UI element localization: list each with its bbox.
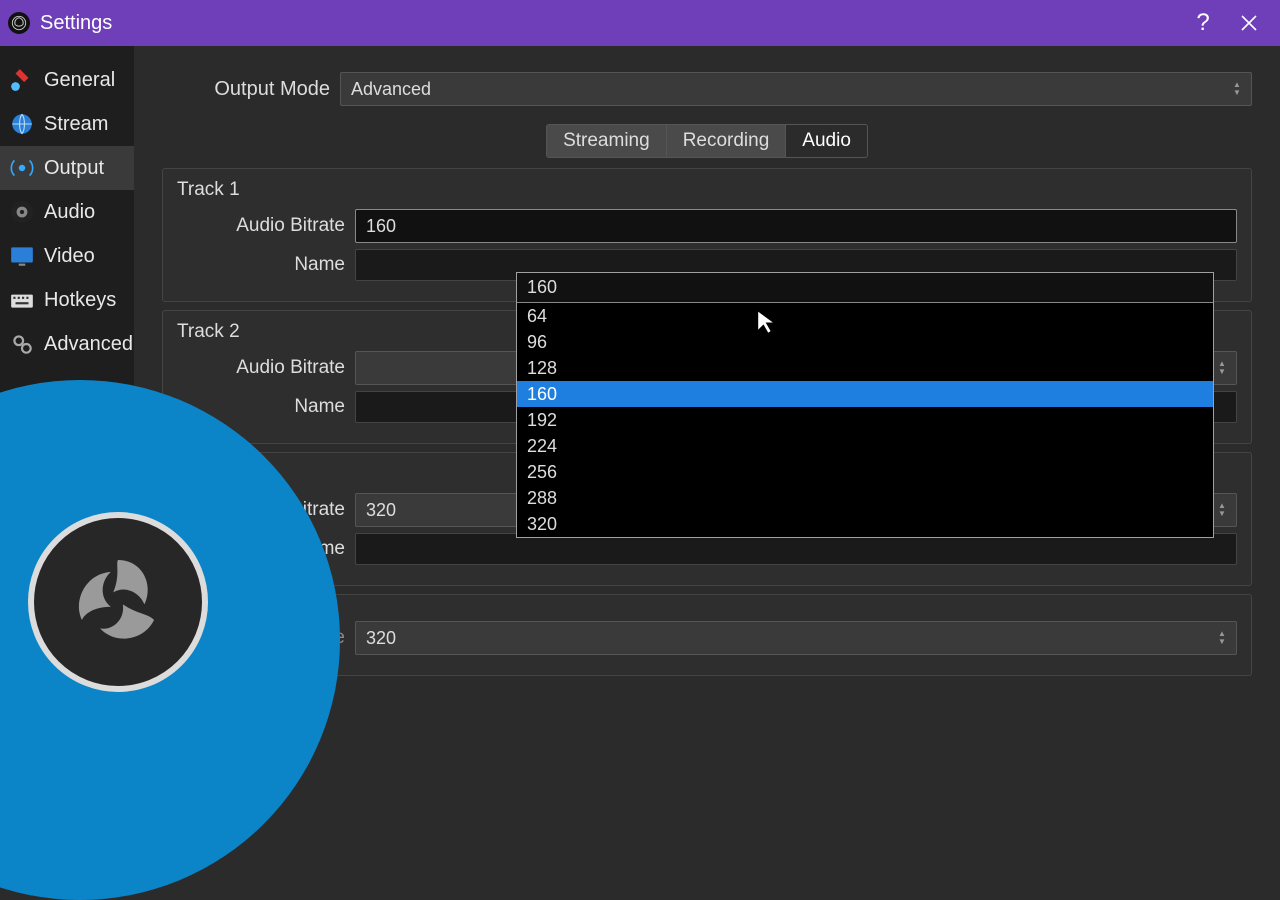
bitrate-option[interactable]: 224 [517, 433, 1213, 459]
titlebar: Settings ? [0, 0, 1280, 46]
bitrate-dropdown[interactable]: 160 6496128160192224256288320 [516, 272, 1214, 538]
app-icon [8, 12, 30, 34]
output-mode-row: Output Mode Advanced ▲▼ [162, 62, 1252, 124]
sidebar-item-advanced[interactable]: Advanced [0, 322, 134, 366]
gears-icon [8, 330, 36, 358]
output-mode-label: Output Mode [162, 78, 330, 101]
track-4-bitrate-select[interactable]: 320 ▲▼ [355, 621, 1237, 655]
bitrate-dropdown-header: 160 [517, 273, 1213, 303]
sidebar-item-stream[interactable]: Stream [0, 102, 134, 146]
track-1-bitrate-value: 160 [366, 216, 396, 237]
track-1-bitrate-select[interactable]: 160 [355, 209, 1237, 243]
bitrate-option[interactable]: 128 [517, 355, 1213, 381]
globe-icon [8, 110, 36, 138]
sidebar-item-label: Advanced [44, 333, 133, 356]
window-title: Settings [40, 12, 112, 35]
track-3-bitrate-value: 320 [366, 500, 396, 521]
bitrate-option[interactable]: 192 [517, 407, 1213, 433]
sidebar-item-label: Output [44, 157, 104, 180]
sidebar-item-label: Audio [44, 201, 95, 224]
sidebar-item-label: Stream [44, 113, 108, 136]
wrench-icon [8, 66, 36, 94]
sidebar-item-general[interactable]: General [0, 58, 134, 102]
sidebar-item-label: General [44, 69, 115, 92]
sidebar-item-hotkeys[interactable]: Hotkeys [0, 278, 134, 322]
help-button[interactable]: ? [1180, 0, 1226, 46]
sidebar-item-output[interactable]: Output [0, 146, 134, 190]
stepper-icon: ▲▼ [1218, 498, 1232, 522]
tab-streaming[interactable]: Streaming [546, 124, 666, 158]
speaker-icon [8, 198, 36, 226]
sidebar-item-label: Video [44, 245, 95, 268]
stepper-icon: ▲▼ [1218, 626, 1232, 650]
track-1-title: Track 1 [177, 179, 1237, 201]
tab-recording[interactable]: Recording [666, 124, 786, 158]
sidebar-item-audio[interactable]: Audio [0, 190, 134, 234]
bitrate-option[interactable]: 64 [517, 303, 1213, 329]
tab-audio[interactable]: Audio [785, 124, 868, 158]
close-button[interactable] [1226, 0, 1272, 46]
sidebar-item-video[interactable]: Video [0, 234, 134, 278]
output-tabs: Streaming Recording Audio [162, 124, 1252, 158]
track-4-bitrate-value: 320 [366, 628, 396, 649]
track-2-bitrate-label: Audio Bitrate [177, 357, 345, 379]
broadcast-icon [8, 154, 36, 182]
sidebar-item-label: Hotkeys [44, 289, 116, 312]
output-mode-value: Advanced [351, 79, 431, 100]
track-1-name-label: Name [177, 254, 345, 276]
bitrate-option[interactable]: 320 [517, 511, 1213, 537]
stepper-icon: ▲▼ [1218, 356, 1232, 380]
bitrate-option[interactable]: 256 [517, 459, 1213, 485]
bitrate-option[interactable]: 160 [517, 381, 1213, 407]
cursor-icon [754, 308, 782, 341]
keyboard-icon [8, 286, 36, 314]
bitrate-option[interactable]: 288 [517, 485, 1213, 511]
stepper-icon: ▲▼ [1233, 77, 1247, 101]
bitrate-option[interactable]: 96 [517, 329, 1213, 355]
output-mode-select[interactable]: Advanced ▲▼ [340, 72, 1252, 106]
track-1-bitrate-label: Audio Bitrate [177, 215, 345, 237]
monitor-icon [8, 242, 36, 270]
obs-logo-icon [28, 512, 208, 692]
